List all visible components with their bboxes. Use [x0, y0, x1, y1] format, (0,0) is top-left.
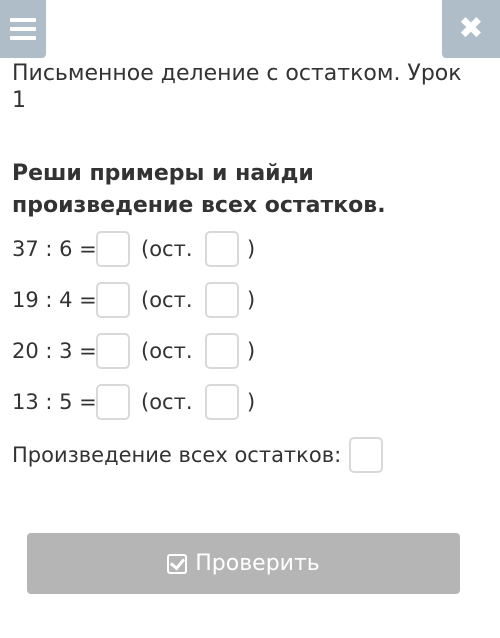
answer-input[interactable]	[96, 333, 130, 369]
closing-paren: )	[247, 390, 256, 414]
product-input[interactable]	[349, 437, 384, 473]
exercise-expression: 19 : 4 =	[12, 288, 97, 312]
exercise-row: 37 : 6 = (ост. )	[12, 230, 255, 268]
answer-input[interactable]	[96, 231, 130, 267]
remainder-label: (ост.	[141, 339, 193, 363]
remainder-input[interactable]	[205, 231, 239, 267]
answer-input[interactable]	[96, 282, 130, 318]
lesson-title: Письменное деление с остатком. Урок 1	[12, 61, 462, 113]
check-button[interactable]: Проверить	[27, 533, 460, 594]
checkbox-icon	[167, 553, 188, 574]
remainder-input[interactable]	[205, 333, 239, 369]
answer-input[interactable]	[96, 384, 130, 420]
remainder-input[interactable]	[205, 282, 239, 318]
exercise-expression: 20 : 3 =	[12, 339, 97, 363]
check-button-label: Проверить	[195, 551, 320, 576]
task-title: Реши примеры и найди произведение всех о…	[12, 161, 386, 218]
menu-button[interactable]	[0, 0, 46, 58]
closing-paren: )	[247, 339, 256, 363]
exercise-row: 19 : 4 = (ост. )	[12, 281, 255, 319]
remainder-label: (ост.	[141, 390, 193, 414]
closing-paren: )	[247, 288, 256, 312]
remainder-label: (ост.	[141, 237, 193, 261]
exercise-list: 37 : 6 = (ост. ) 19 : 4 = (ост. ) 20 : 3…	[12, 230, 255, 434]
exercise-expression: 13 : 5 =	[12, 390, 97, 414]
close-button[interactable]: ✖	[442, 0, 500, 58]
exercise-row: 13 : 5 = (ост. )	[12, 383, 255, 421]
remainder-input[interactable]	[205, 384, 239, 420]
closing-paren: )	[247, 237, 256, 261]
exercise-row: 20 : 3 = (ост. )	[12, 332, 255, 370]
product-label: Произведение всех остатков:	[12, 443, 342, 467]
close-icon: ✖	[458, 11, 484, 46]
hamburger-icon	[10, 18, 36, 40]
remainder-label: (ост.	[141, 288, 193, 312]
exercise-expression: 37 : 6 =	[12, 237, 97, 261]
product-row: Произведение всех остатков:	[12, 437, 384, 473]
